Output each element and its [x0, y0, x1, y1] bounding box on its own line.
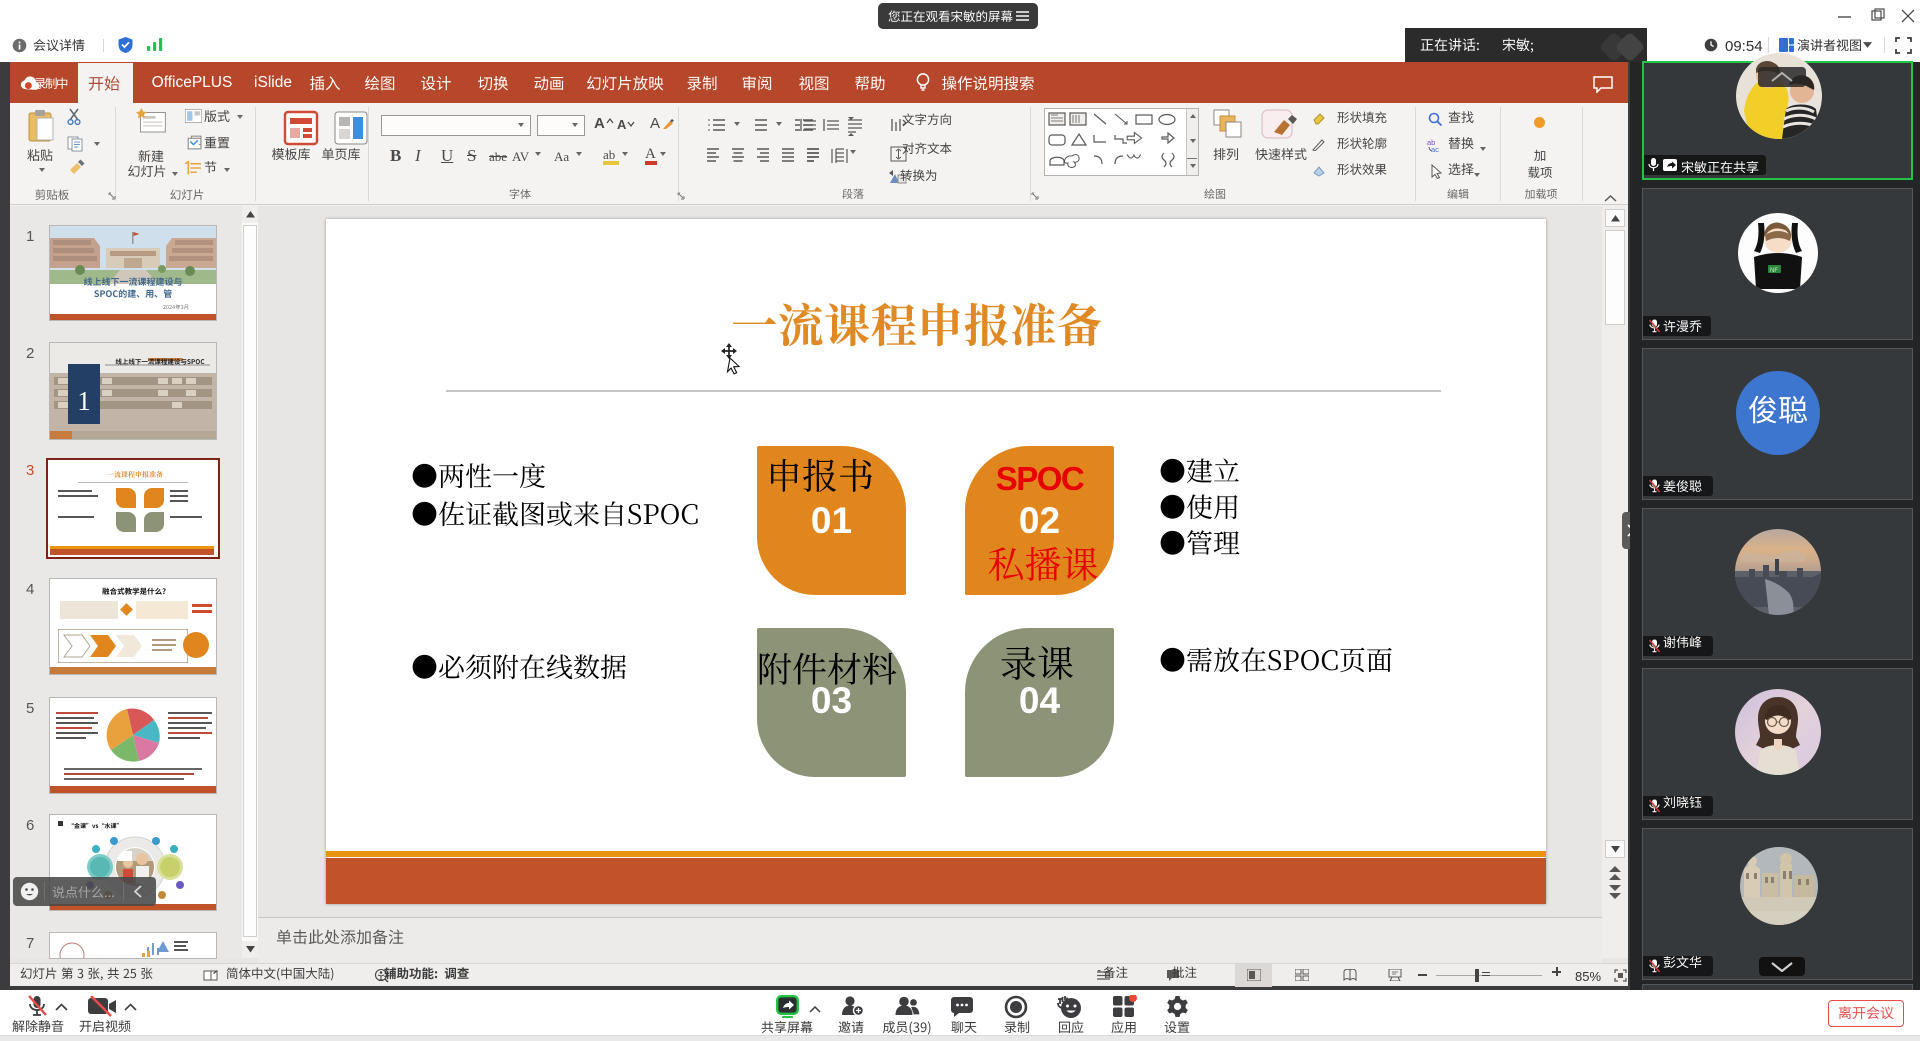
svg-text:ac: ac — [1431, 145, 1439, 153]
svg-text:NF: NF — [1770, 268, 1778, 274]
